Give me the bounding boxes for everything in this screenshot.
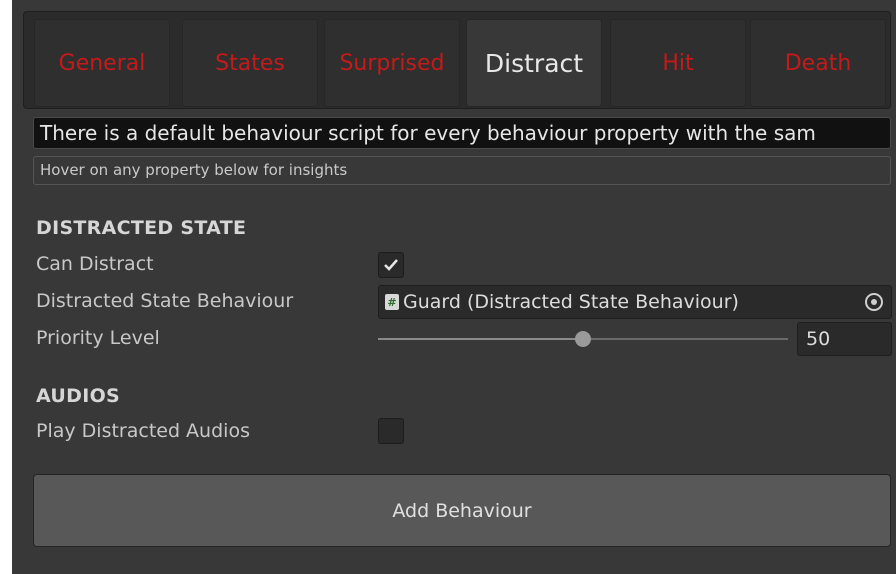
can-distract-label: Can Distract [36,253,154,275]
priority-level-input[interactable]: 50 [797,322,892,356]
section-title-audios: AUDIOS [36,385,121,407]
object-picker-icon[interactable] [865,293,883,311]
priority-level-label: Priority Level [36,327,160,349]
can-distract-checkbox[interactable] [378,252,404,278]
info-message: There is a default behaviour script for … [33,117,891,149]
script-icon: # [385,294,399,310]
section-title-distracted-state: DISTRACTED STATE [36,217,247,239]
priority-slider[interactable] [378,331,788,347]
tab-surprised[interactable]: Surprised [324,19,460,107]
tab-general[interactable]: General [34,19,170,107]
distracted-state-behaviour-field[interactable]: # Guard (Distracted State Behaviour) [378,285,892,319]
checkmark-icon [384,259,398,271]
slider-fill [378,338,583,340]
tab-death[interactable]: Death [750,19,886,107]
tab-states[interactable]: States [182,19,318,107]
slider-handle[interactable] [575,331,591,347]
add-behaviour-button[interactable]: Add Behaviour [33,474,891,547]
tab-hit[interactable]: Hit [610,19,746,107]
hint-message: Hover on any property below for insights [33,156,891,185]
distracted-state-behaviour-label: Distracted State Behaviour [36,290,294,312]
behaviour-value: Guard (Distracted State Behaviour) [403,291,739,313]
tab-distract[interactable]: Distract [466,19,602,107]
play-distracted-audios-checkbox[interactable] [378,418,404,444]
play-distracted-audios-label: Play Distracted Audios [36,420,250,442]
